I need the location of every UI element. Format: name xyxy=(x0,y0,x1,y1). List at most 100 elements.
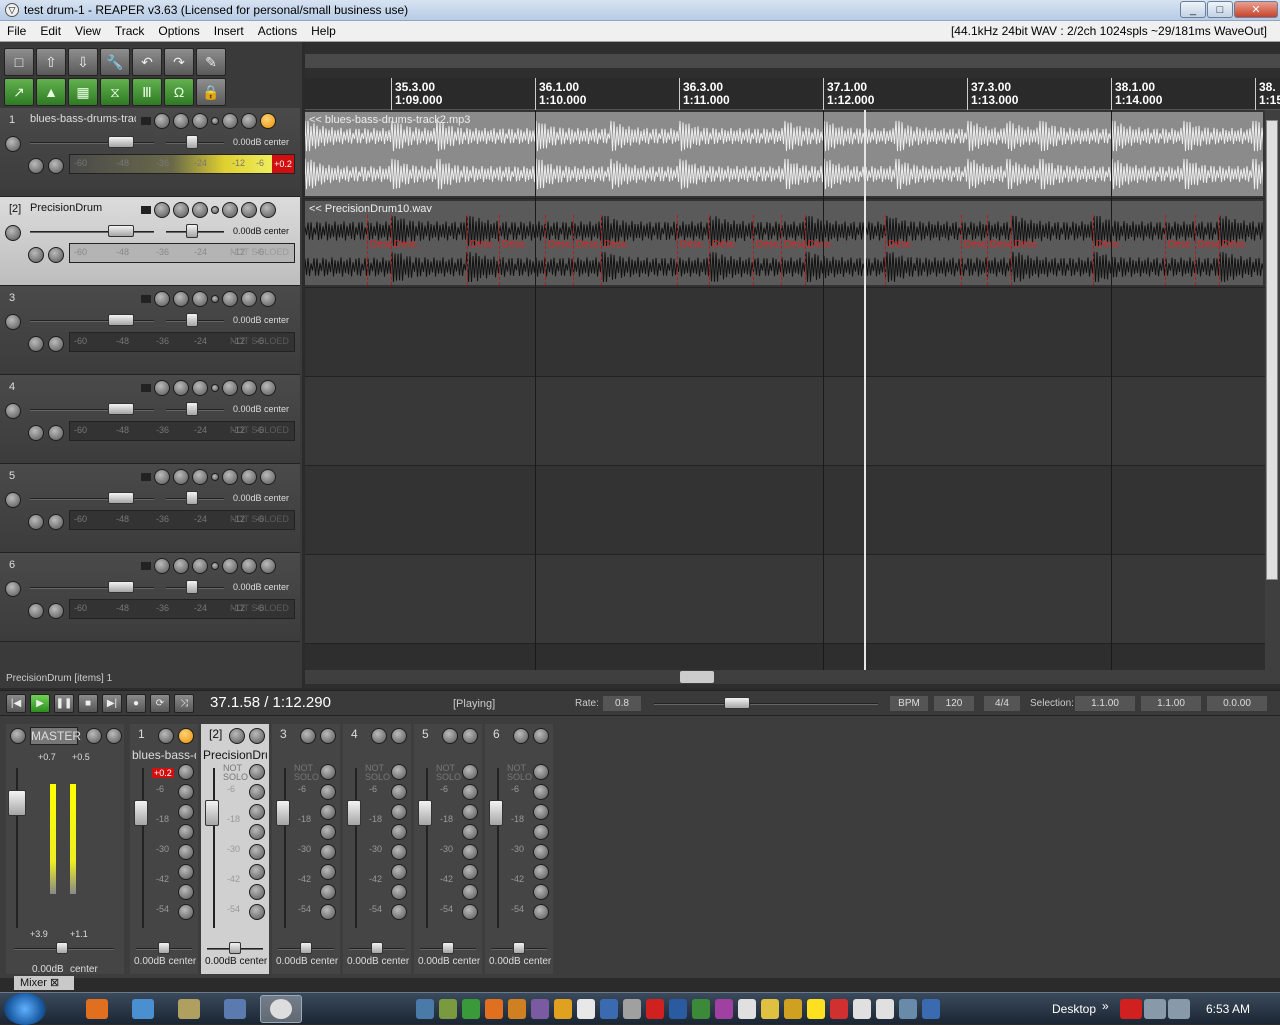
track-lane[interactable]: << PrecisionDrum10.wav Desc. Desc. Desc. De… xyxy=(305,199,1265,288)
track-io-button[interactable] xyxy=(192,380,208,396)
transient-marker[interactable]: Desc. xyxy=(573,215,602,285)
quick-launch-icon[interactable] xyxy=(899,999,917,1019)
env-button[interactable] xyxy=(211,562,219,570)
track-header[interactable]: 5 0.00dB center -60 -48 -36 -24 -12 -6 NOT SOLO… xyxy=(0,464,300,553)
track-header[interactable]: 6 0.00dB center -60 -48 -36 -24 -12 -6 NOT SOLO… xyxy=(0,553,300,642)
transient-marker[interactable]: Desc. xyxy=(367,215,396,285)
undo-icon[interactable]: ↶ xyxy=(132,48,162,76)
strip-send-button[interactable] xyxy=(391,804,407,820)
transient-marker[interactable]: Desc. xyxy=(601,215,630,285)
env-button[interactable] xyxy=(211,295,219,303)
vertical-scroll-thumb[interactable] xyxy=(1266,120,1278,580)
quick-launch-icon[interactable] xyxy=(830,999,848,1019)
envelope-icon[interactable]: ▲ xyxy=(36,78,66,106)
mixer-strip[interactable]: 1 blues-bass-drums +0.2 -6 -18 -30 -42 -54 0.00d… xyxy=(130,724,198,974)
strip-send-button[interactable] xyxy=(533,824,549,840)
strip-volume-knob[interactable] xyxy=(276,800,290,826)
strip-mute-button[interactable] xyxy=(513,728,529,744)
quick-launch-icon[interactable] xyxy=(485,999,503,1019)
strip-pan-knob[interactable] xyxy=(371,942,383,954)
strip-send-button[interactable] xyxy=(462,784,478,800)
strip-volume-fader[interactable] xyxy=(142,768,144,928)
env-button[interactable] xyxy=(211,384,219,392)
quick-launch-icon[interactable] xyxy=(669,999,687,1019)
antivirus-icon[interactable] xyxy=(1120,999,1142,1019)
volume-knob[interactable] xyxy=(108,492,134,504)
menu-insert[interactable]: Insert xyxy=(207,24,251,38)
play-button[interactable]: ▶ xyxy=(30,694,50,713)
transient-marker[interactable]: Desc. xyxy=(677,215,706,285)
track-lane[interactable] xyxy=(305,466,1265,555)
arrange-view[interactable]: 35.3.00 1:09.000 36.1.00 1:10.000 36.3.00 1:1… xyxy=(305,42,1280,688)
meter-clip-indicator[interactable]: +0.2 xyxy=(272,155,294,173)
volume-slider[interactable] xyxy=(30,231,154,233)
repeat-button[interactable]: ⟳ xyxy=(150,694,170,713)
strip-send-button[interactable] xyxy=(178,784,194,800)
transient-marker[interactable]: Desc. xyxy=(805,215,834,285)
strip-volume-fader[interactable] xyxy=(355,768,357,928)
solo-button[interactable] xyxy=(241,202,257,218)
reaper-taskbar-icon[interactable] xyxy=(270,999,292,1019)
strip-fx-button[interactable] xyxy=(391,728,407,744)
strip-send-button[interactable] xyxy=(533,864,549,880)
folder-icon[interactable] xyxy=(141,384,151,392)
strip-send-button[interactable] xyxy=(533,764,549,780)
go-to-start-button[interactable]: |◀ xyxy=(6,694,26,713)
explorer-icon[interactable] xyxy=(178,999,200,1019)
phase-button[interactable] xyxy=(5,136,21,152)
input-button[interactable] xyxy=(28,158,44,174)
strip-send-button[interactable] xyxy=(320,864,336,880)
menu-track[interactable]: Track xyxy=(108,24,152,38)
quick-launch-icon[interactable] xyxy=(807,999,825,1019)
strip-send-button[interactable] xyxy=(533,884,549,900)
folder-icon[interactable] xyxy=(141,206,151,214)
strip-send-button[interactable] xyxy=(391,864,407,880)
strip-send-button[interactable] xyxy=(178,884,194,900)
menu-edit[interactable]: Edit xyxy=(33,24,68,38)
volume-knob[interactable] xyxy=(108,581,134,593)
go-to-end-button[interactable]: ▶| xyxy=(102,694,122,713)
strip-send-button[interactable] xyxy=(178,804,194,820)
env-button[interactable] xyxy=(211,473,219,481)
phase-button[interactable] xyxy=(5,492,21,508)
strip-send-button[interactable] xyxy=(249,864,265,880)
ripple-edit-icon[interactable]: ⧖ xyxy=(100,78,130,106)
selection-length-field[interactable]: 0.0.00 xyxy=(1207,696,1267,711)
project-settings-icon[interactable]: 🔧 xyxy=(100,48,130,76)
strip-volume-knob[interactable] xyxy=(418,800,432,826)
tempo-lane[interactable] xyxy=(305,54,1280,68)
strip-mute-button[interactable] xyxy=(371,728,387,744)
strip-fx-button[interactable] xyxy=(320,728,336,744)
strip-send-button[interactable] xyxy=(178,764,194,780)
mixer-strip[interactable]: [2]PrecisionDrumNOT SOLO-6-18-30-42-540.… xyxy=(201,724,269,974)
position-display[interactable]: 37.1.58 / 1:12.290 xyxy=(210,694,331,711)
phase-button[interactable] xyxy=(5,403,21,419)
volume-slider[interactable] xyxy=(30,409,154,411)
mute-button[interactable] xyxy=(222,469,238,485)
strip-fx-button[interactable] xyxy=(178,728,194,744)
volume-slider[interactable] xyxy=(30,498,154,500)
lock-icon[interactable]: 🔒 xyxy=(196,78,226,106)
mixer-strip[interactable]: 3 NOT SOLO -6 -18 -30 -42 -54 0.00dB center xyxy=(272,724,340,974)
strip-mute-button[interactable] xyxy=(300,728,316,744)
output-button[interactable] xyxy=(48,336,64,352)
strip-send-button[interactable] xyxy=(462,884,478,900)
solo-button[interactable] xyxy=(241,113,257,129)
quick-launch-icon[interactable] xyxy=(761,999,779,1019)
input-button[interactable] xyxy=(28,336,44,352)
quick-launch-icon[interactable] xyxy=(853,999,871,1019)
quick-launch-icon[interactable] xyxy=(876,999,894,1019)
track-name[interactable]: PrecisionDrum xyxy=(30,202,136,217)
strip-send-button[interactable] xyxy=(533,784,549,800)
phase-button[interactable] xyxy=(5,314,21,330)
strip-send-button[interactable] xyxy=(178,844,194,860)
folder-icon[interactable] xyxy=(141,295,151,303)
strip-send-button[interactable] xyxy=(391,844,407,860)
shuffle-button[interactable]: ⤨ xyxy=(174,694,194,713)
fx-button[interactable] xyxy=(260,113,276,129)
volume-slider[interactable] xyxy=(30,587,154,589)
selection-start-field[interactable]: 1.1.00 xyxy=(1075,696,1135,711)
strip-send-button[interactable] xyxy=(249,824,265,840)
transient-marker[interactable]: Desc. xyxy=(1195,215,1224,285)
solo-button[interactable] xyxy=(241,558,257,574)
